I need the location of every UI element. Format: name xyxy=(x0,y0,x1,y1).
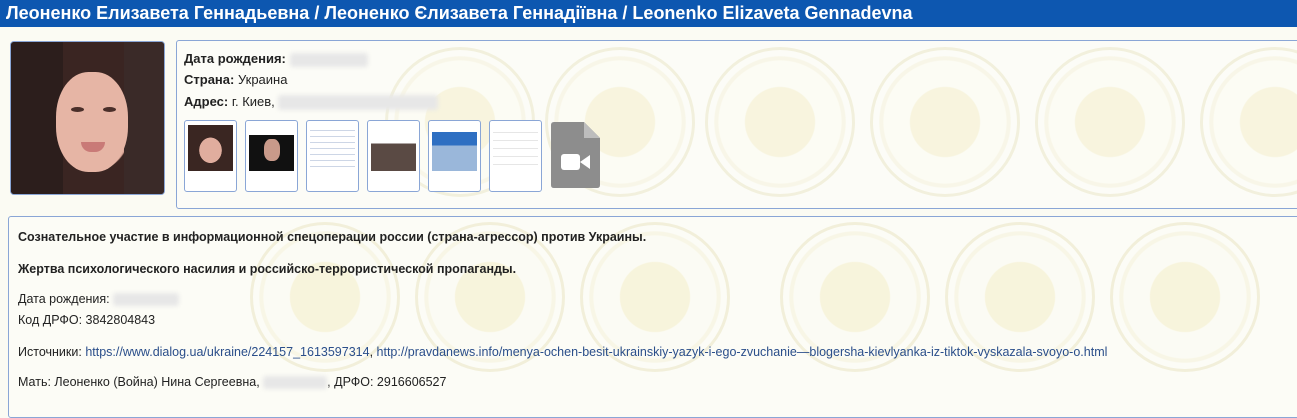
gallery-thumb-3[interactable] xyxy=(306,120,359,192)
video-file-icon[interactable] xyxy=(551,122,600,188)
country-row: Страна: Украина xyxy=(184,72,287,87)
statement-secondary: Жертва психологического насилия и россий… xyxy=(18,262,517,276)
birth-date-row: Дата рождения: xyxy=(184,51,368,67)
page-title: Леоненко Елизавета Геннадьевна / Леоненк… xyxy=(0,0,1297,27)
gallery-thumb-4[interactable] xyxy=(367,120,420,192)
address-redacted xyxy=(278,95,439,111)
address-label: Адрес: xyxy=(184,94,229,109)
gallery-thumb-5[interactable] xyxy=(428,120,481,192)
details-birth-row: Дата рождения: xyxy=(18,292,180,307)
sources-row: Источники: https://www.dialog.ua/ukraine… xyxy=(18,345,1107,359)
birth-date-label: Дата рождения: xyxy=(184,51,286,66)
details-birth-redacted xyxy=(113,293,180,307)
source-separator: , xyxy=(369,345,374,359)
gallery-thumb-1[interactable] xyxy=(184,120,237,192)
profile-photo[interactable] xyxy=(10,41,165,195)
mother-birth-redacted xyxy=(263,376,328,390)
sources-label: Источники: xyxy=(18,345,82,359)
statement-primary: Сознательное участие в информационной сп… xyxy=(18,230,647,244)
source-link-pravdanews[interactable]: http://pravdanews.info/menya-ochen-besit… xyxy=(377,345,1108,359)
address-value: г. Киев, xyxy=(231,94,275,109)
address-row: Адрес: г. Киев, xyxy=(184,94,439,111)
inn-line: Код ДРФО: 3842804843 xyxy=(18,313,156,327)
gallery-thumb-2[interactable] xyxy=(245,120,298,192)
country-value: Украина xyxy=(237,72,288,87)
mother-name: Мать: Леоненко (Война) Нина Сергеевна, xyxy=(18,375,260,389)
country-label: Страна: xyxy=(184,72,235,87)
source-link-dialog[interactable]: https://www.dialog.ua/ukraine/224157_161… xyxy=(85,345,369,359)
details-birth-label: Дата рождения: xyxy=(18,292,110,306)
gallery-thumb-6[interactable] xyxy=(489,120,542,192)
birth-date-redacted xyxy=(289,52,368,67)
mother-row: Мать: Леоненко (Война) Нина Сергеевна, ,… xyxy=(18,375,447,390)
mother-inn: , ДРФО: 2916606527 xyxy=(327,375,447,389)
